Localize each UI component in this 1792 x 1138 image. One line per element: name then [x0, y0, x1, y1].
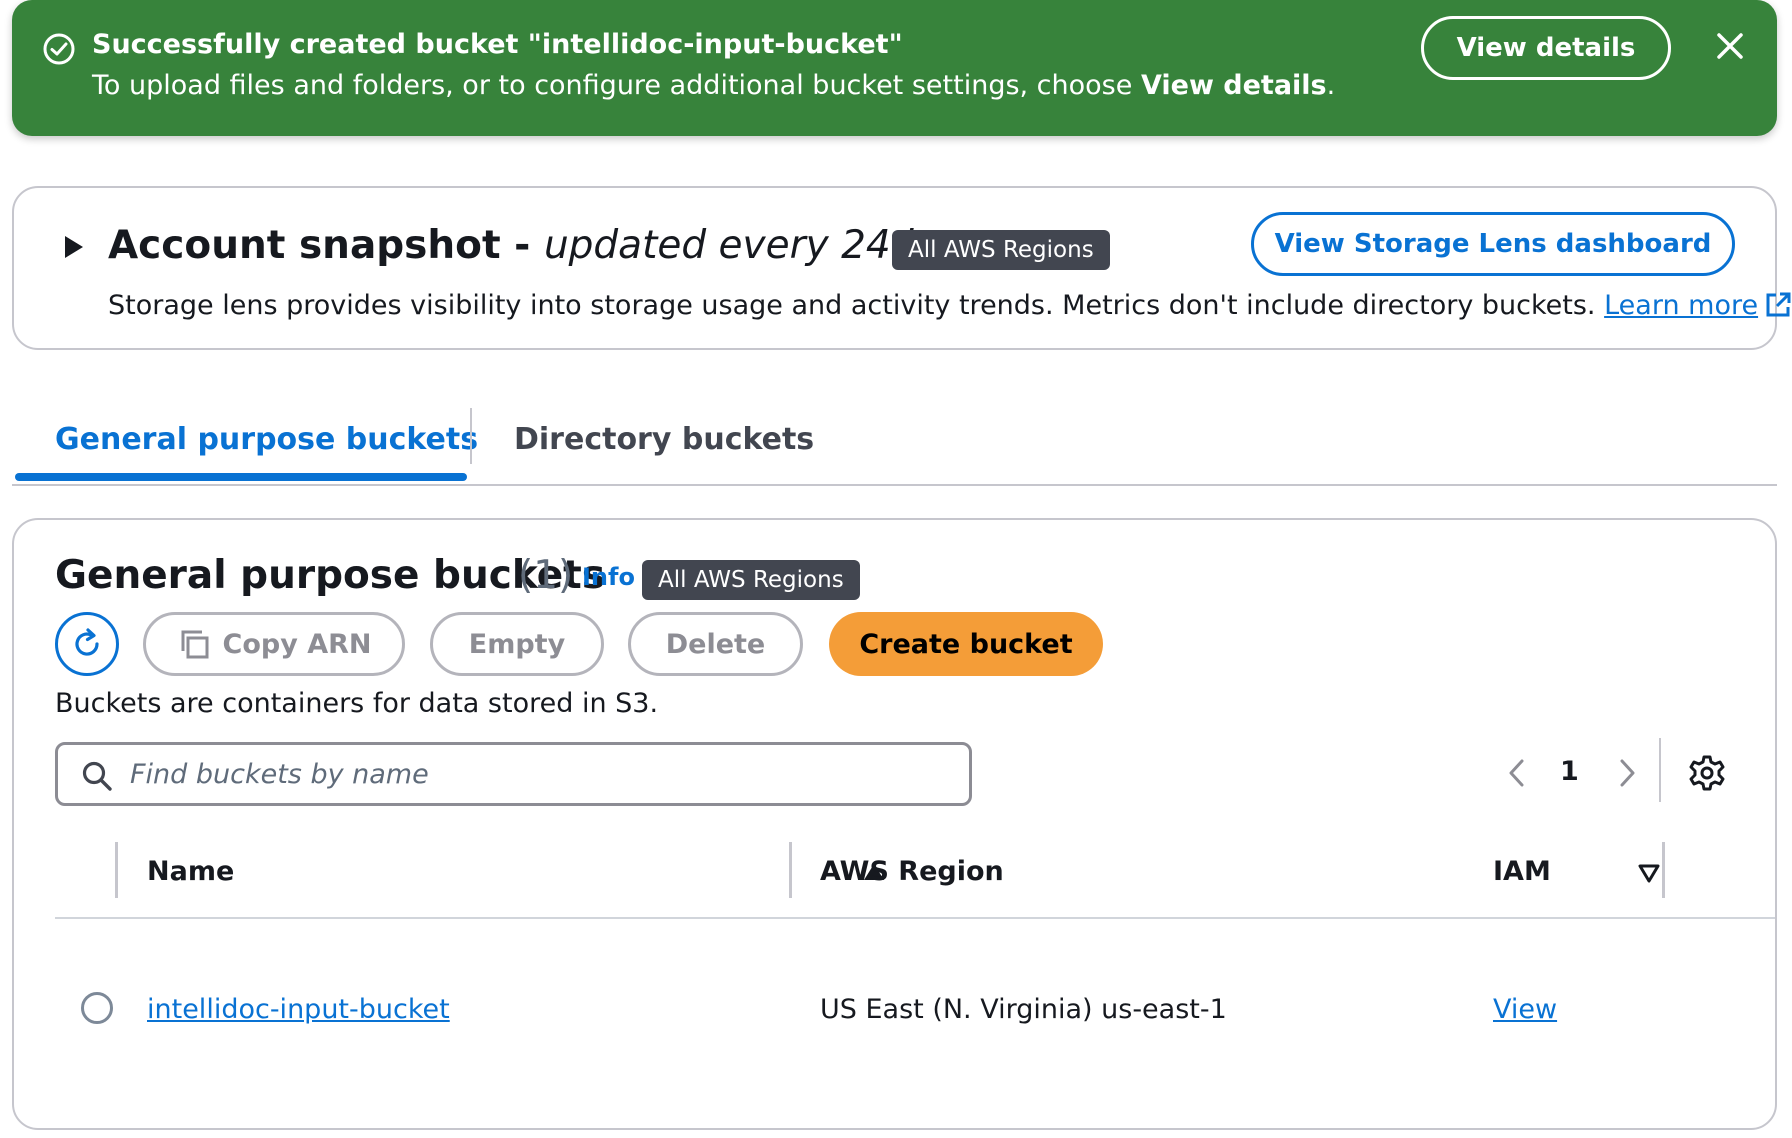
- bucket-count: (1): [518, 553, 574, 598]
- column-header-iam[interactable]: IAM: [1493, 856, 1551, 887]
- table-header-separator: [55, 917, 1775, 919]
- sort-descending-icon[interactable]: [1637, 862, 1661, 884]
- chevron-left-icon[interactable]: [1504, 756, 1530, 790]
- learn-more-link[interactable]: Learn more: [1604, 290, 1792, 321]
- flash-title: Successfully created bucket "intellidoc-…: [92, 29, 903, 60]
- success-check-icon: [43, 33, 75, 65]
- info-link[interactable]: Info: [582, 563, 635, 591]
- chevron-right-icon[interactable]: [1614, 756, 1640, 790]
- close-icon[interactable]: [1712, 28, 1748, 64]
- copy-icon: [181, 630, 208, 659]
- tab-directory-buckets[interactable]: Directory buckets: [514, 422, 814, 457]
- refresh-icon: [75, 628, 99, 656]
- active-tab-indicator: [15, 473, 467, 481]
- pager-divider: [1659, 738, 1661, 802]
- column-divider: [115, 842, 118, 898]
- buckets-panel: General purpose buckets (1) Info All AWS…: [12, 518, 1777, 1130]
- empty-button[interactable]: Empty: [430, 612, 604, 676]
- view-storage-lens-button[interactable]: View Storage Lens dashboard: [1251, 212, 1735, 276]
- column-divider[interactable]: [1662, 842, 1665, 898]
- snapshot-title[interactable]: Account snapshot - updated every 24 hour…: [108, 223, 1013, 268]
- search-icon: [82, 761, 112, 791]
- refresh-button[interactable]: [55, 612, 119, 676]
- regions-badge: All AWS Regions: [642, 560, 860, 600]
- row-select-radio[interactable]: [81, 992, 113, 1024]
- page-number[interactable]: 1: [1560, 756, 1579, 787]
- search-input[interactable]: [130, 751, 950, 797]
- view-details-button[interactable]: View details: [1421, 16, 1671, 80]
- caret-right-icon[interactable]: [62, 234, 86, 260]
- bucket-name-link[interactable]: intellidoc-input-bucket: [147, 994, 450, 1025]
- column-header-region[interactable]: AWS Region: [820, 856, 1004, 887]
- column-divider[interactable]: [789, 842, 792, 898]
- copy-arn-label: Copy ARN: [222, 628, 372, 660]
- bucket-type-tabs: General purpose buckets Directory bucket…: [12, 400, 1777, 486]
- external-link-icon: [1766, 292, 1791, 317]
- snapshot-description: Storage lens provides visibility into st…: [108, 290, 1792, 321]
- tab-general-purpose-buckets[interactable]: General purpose buckets: [55, 422, 478, 457]
- account-snapshot-card: Account snapshot - updated every 24 hour…: [12, 186, 1791, 350]
- flash-message: To upload files and folders, or to confi…: [92, 70, 1336, 101]
- search-box: [55, 742, 972, 806]
- create-bucket-button[interactable]: Create bucket: [829, 612, 1103, 676]
- tab-divider: [470, 408, 472, 464]
- column-header-name[interactable]: Name: [147, 856, 234, 887]
- gear-icon[interactable]: [1688, 754, 1726, 792]
- copy-arn-button[interactable]: Copy ARN: [143, 612, 405, 676]
- iam-view-link[interactable]: View: [1493, 994, 1557, 1025]
- success-flash-banner: Successfully created bucket "intellidoc-…: [12, 0, 1777, 136]
- bucket-region: US East (N. Virginia) us-east-1: [820, 994, 1227, 1025]
- panel-description: Buckets are containers for data stored i…: [55, 688, 659, 719]
- regions-badge: All AWS Regions: [892, 230, 1110, 270]
- delete-button[interactable]: Delete: [628, 612, 803, 676]
